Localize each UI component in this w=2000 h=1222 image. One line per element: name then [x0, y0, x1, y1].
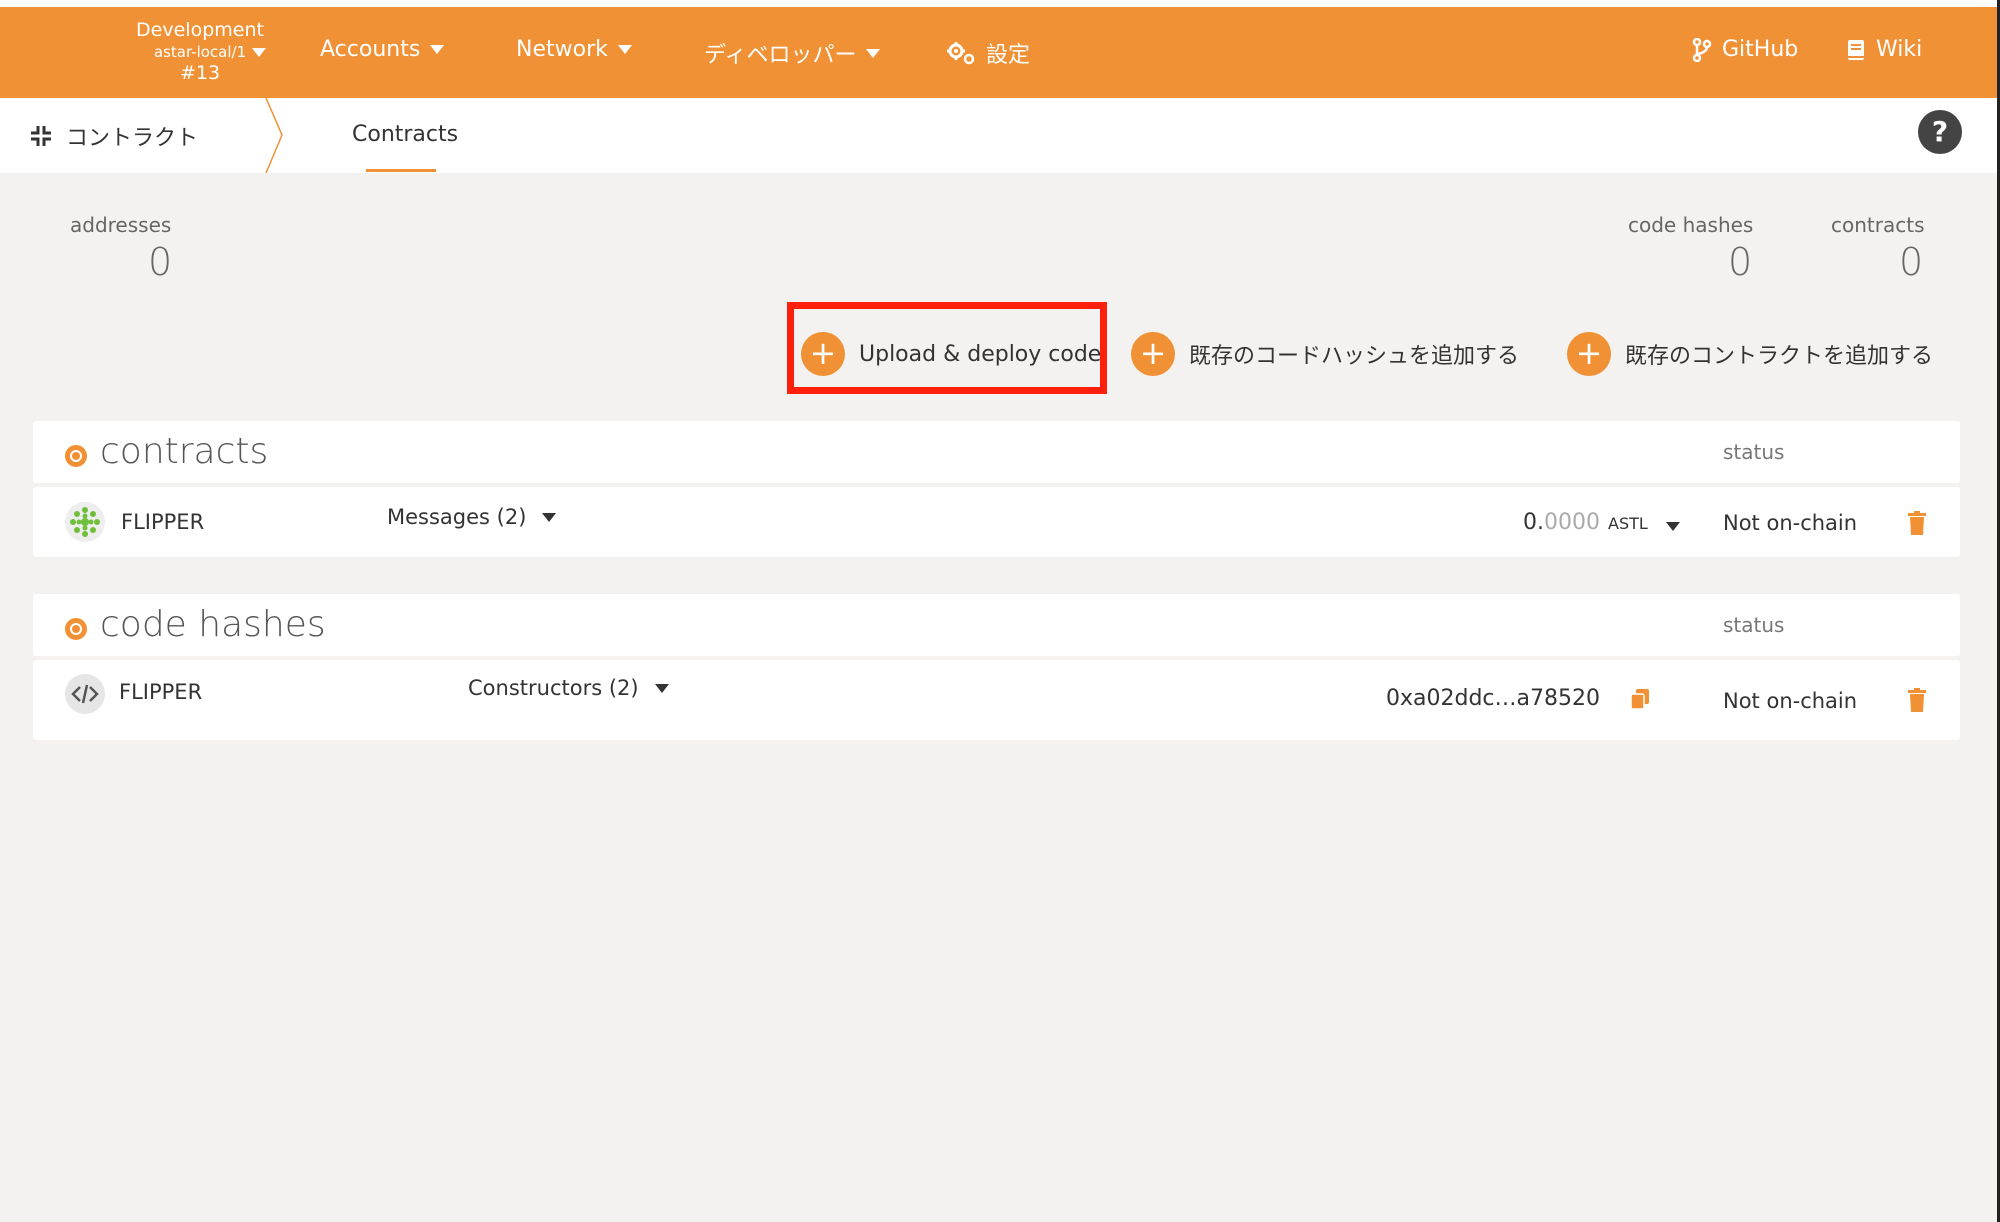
- add-contract-button[interactable]: + 既存のコントラクトを追加する: [1567, 332, 1933, 376]
- section-contracts[interactable]: コントラクト: [30, 120, 198, 152]
- nav-developer[interactable]: ディベロッパー: [704, 37, 881, 69]
- status-value: Not on-chain: [1723, 511, 1858, 535]
- constructors-dropdown[interactable]: Constructors (2): [468, 676, 669, 700]
- chain-caret-down-icon[interactable]: [252, 48, 266, 57]
- nav-network[interactable]: Network: [516, 37, 632, 62]
- highlight-annotation: [787, 302, 1107, 394]
- contracts-panel-header: contracts status: [33, 421, 1960, 483]
- block-number: #13: [179, 61, 221, 84]
- section-label: コントラクト: [66, 126, 199, 151]
- code-hash-value: 0xa02ddc…a78520: [1386, 686, 1600, 711]
- balance-unit: ASTL: [1608, 514, 1648, 533]
- gear-icon: [947, 42, 975, 65]
- balance-int: 0.: [1523, 510, 1544, 535]
- contracts-value: 0: [1899, 240, 1924, 284]
- bullet-icon: [65, 618, 87, 640]
- window-top-strip: [0, 0, 1997, 7]
- nav-developer-label: ディベロッパー: [704, 43, 857, 68]
- nav-network-label: Network: [516, 37, 608, 62]
- wiki-label: Wiki: [1876, 37, 1923, 62]
- status-header: status: [1723, 613, 1785, 637]
- balance-caret-down-icon[interactable]: [1666, 522, 1680, 531]
- bullet-icon: [65, 445, 87, 467]
- plus-icon: +: [1131, 332, 1175, 376]
- contracts-panel-title: contracts: [100, 431, 269, 472]
- copy-icon[interactable]: [1629, 688, 1651, 710]
- balance-dec: 0000: [1544, 510, 1600, 535]
- nav-settings[interactable]: 設定: [946, 37, 1030, 69]
- chain-label: Development: [136, 19, 264, 41]
- trash-icon[interactable]: [1907, 688, 1927, 712]
- caret-down-icon: [866, 48, 881, 58]
- code-hashes-label: code hashes: [1628, 213, 1754, 237]
- code-icon: [65, 674, 105, 714]
- add-code-hash-label: 既存のコードハッシュを追加する: [1189, 344, 1520, 369]
- contract-name[interactable]: FLIPPER: [121, 510, 204, 534]
- status-value: Not on-chain: [1723, 689, 1858, 713]
- nav-settings-label: 設定: [986, 43, 1031, 68]
- contracts-label: contracts: [1831, 213, 1925, 237]
- help-icon[interactable]: ?: [1918, 110, 1962, 154]
- branch-icon: [1692, 37, 1712, 62]
- add-code-hash-button[interactable]: + 既存のコードハッシュを追加する: [1131, 332, 1519, 376]
- sub-navigation-bar: コントラクト Contracts ?: [0, 98, 1997, 173]
- table-row: FLIPPER Messages (2) 0. 0000 ASTL Not on…: [33, 487, 1960, 557]
- addresses-label: addresses: [70, 213, 172, 237]
- code-hash-name[interactable]: FLIPPER: [119, 680, 202, 704]
- wiki-link[interactable]: Wiki: [1846, 37, 1922, 62]
- chain-name: astar-local/1: [153, 42, 247, 61]
- code-hashes-value: 0: [1728, 240, 1753, 284]
- addresses-value: 0: [148, 240, 173, 284]
- code-hashes-panel-header: code hashes status: [33, 594, 1960, 656]
- nav-accounts-label: Accounts: [320, 37, 421, 62]
- balance: 0. 0000 ASTL: [1523, 510, 1648, 535]
- table-row: FLIPPER Constructors (2) 0xa02ddc…a78520…: [33, 660, 1960, 740]
- chain-selector[interactable]: Development astar-local/1 #13: [105, 19, 295, 85]
- active-tab-underline: [366, 169, 436, 172]
- github-link[interactable]: GitHub: [1692, 37, 1798, 62]
- top-navigation-bar: Development astar-local/1 #13 Accounts N…: [0, 7, 1997, 98]
- caret-down-icon: [617, 45, 632, 54]
- breadcrumb-separator: [265, 98, 283, 173]
- collapse-icon: [31, 126, 51, 146]
- caret-down-icon: [542, 512, 557, 522]
- messages-label: Messages (2): [387, 505, 527, 529]
- trash-icon[interactable]: [1907, 511, 1927, 535]
- constructors-label: Constructors (2): [468, 676, 639, 700]
- book-icon: [1848, 39, 1864, 60]
- code-hashes-panel-title: code hashes: [100, 604, 326, 645]
- plus-icon: +: [1567, 332, 1611, 376]
- tab-contracts[interactable]: Contracts: [352, 122, 458, 147]
- status-header: status: [1723, 440, 1785, 464]
- nav-accounts[interactable]: Accounts: [320, 37, 445, 62]
- caret-down-icon: [654, 683, 669, 693]
- flipper-identicon[interactable]: [65, 502, 105, 542]
- messages-dropdown[interactable]: Messages (2): [387, 505, 557, 529]
- add-contract-label: 既存のコントラクトを追加する: [1625, 344, 1934, 369]
- github-label: GitHub: [1722, 37, 1799, 62]
- caret-down-icon: [430, 45, 445, 54]
